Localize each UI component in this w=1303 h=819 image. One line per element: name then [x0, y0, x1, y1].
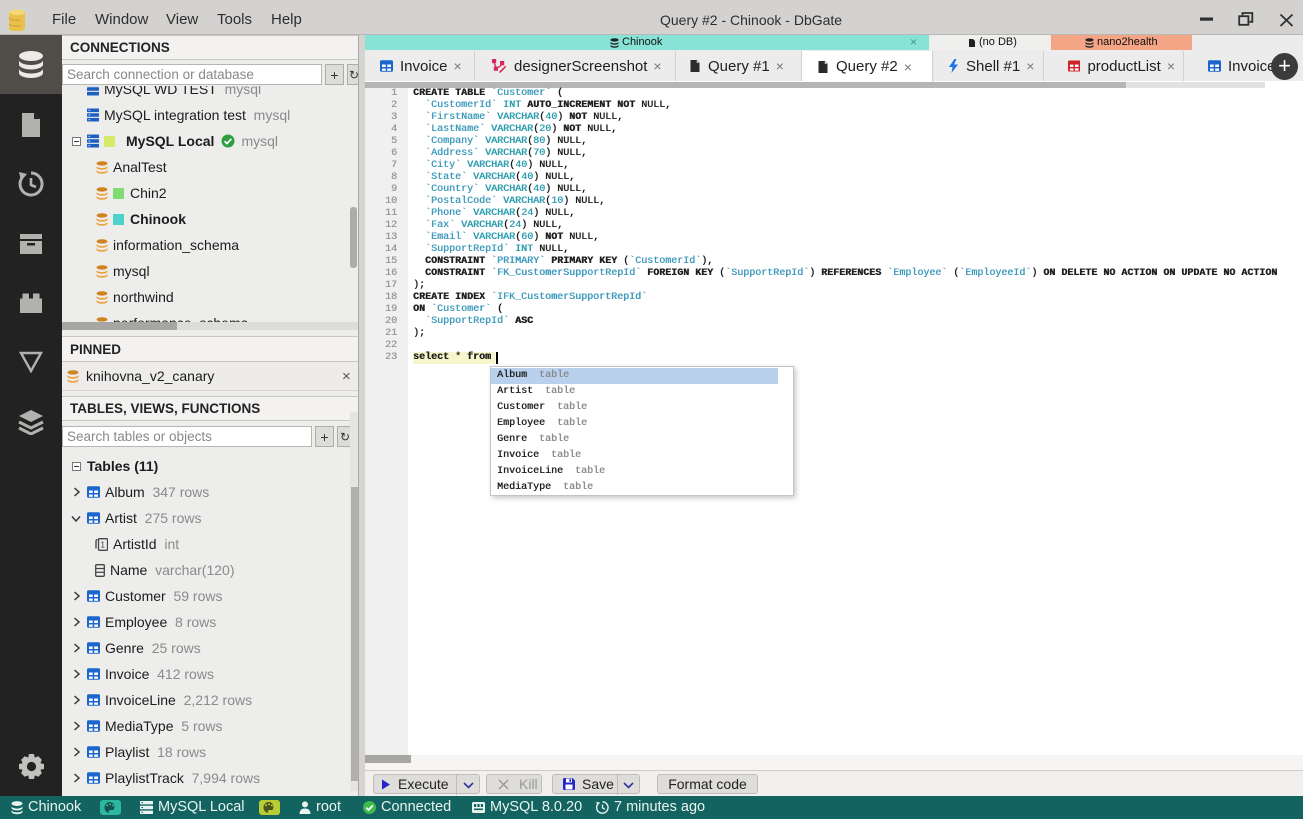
svg-text:1: 1	[101, 540, 106, 549]
